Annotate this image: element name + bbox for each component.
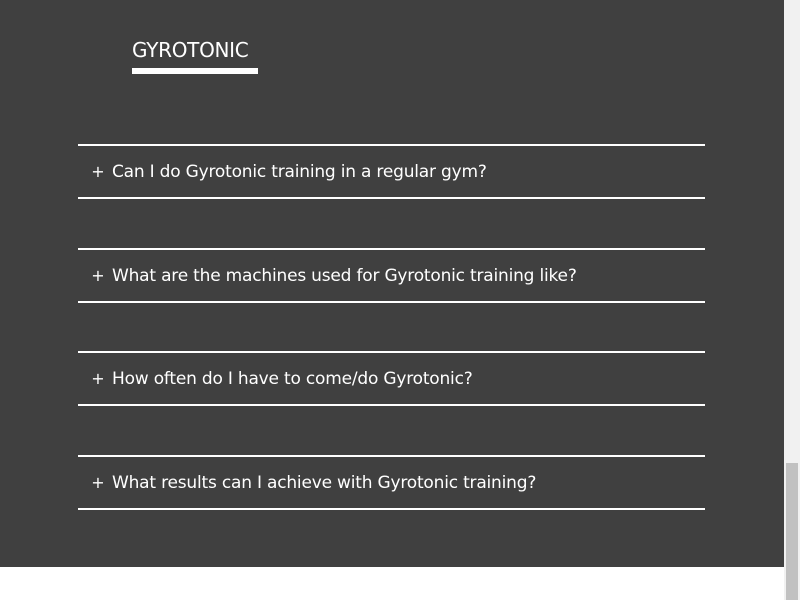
faq-item-frequency[interactable]: + How often do I have to come/do Gyroton… xyxy=(78,351,705,406)
faq-question: What are the machines used for Gyrotonic… xyxy=(112,265,577,286)
faq-question: How often do I have to come/do Gyrotonic… xyxy=(112,368,473,389)
plus-icon: + xyxy=(91,368,105,388)
faq-item-results[interactable]: + What results can I achieve with Gyroto… xyxy=(78,455,705,510)
plus-icon: + xyxy=(91,472,105,492)
faq-question: Can I do Gyrotonic training in a regular… xyxy=(112,161,487,182)
plus-icon: + xyxy=(91,161,105,181)
faq-item-machines[interactable]: + What are the machines used for Gyroton… xyxy=(78,248,705,303)
section-title: GYROTONIC xyxy=(132,38,249,62)
faq-question: What results can I achieve with Gyrotoni… xyxy=(112,472,537,493)
faq-section: GYROTONIC + Can I do Gyrotonic training … xyxy=(0,0,784,567)
plus-icon: + xyxy=(91,265,105,285)
scrollbar-thumb[interactable] xyxy=(786,463,798,600)
faq-item-regular-gym[interactable]: + Can I do Gyrotonic training in a regul… xyxy=(78,144,705,199)
title-underline xyxy=(132,68,258,74)
page-viewport: GYROTONIC + Can I do Gyrotonic training … xyxy=(0,0,800,600)
